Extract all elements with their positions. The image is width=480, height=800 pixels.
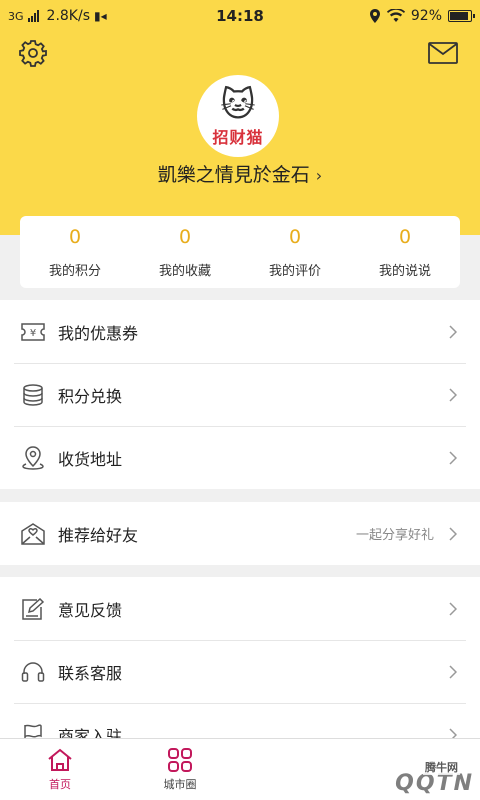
menu-item-customer-service[interactable]: 联系客服 <box>0 640 480 703</box>
chevron-right-icon <box>448 601 458 617</box>
menu-label: 积分兑换 <box>58 386 123 406</box>
grid-icon <box>168 747 192 772</box>
menu-label: 我的优惠券 <box>58 323 139 343</box>
headset-icon <box>20 659 46 685</box>
chevron-right-icon <box>448 664 458 680</box>
wifi-icon <box>386 9 405 22</box>
chevron-right-icon: › <box>315 166 323 185</box>
menu-group-account: ¥ 我的优惠券 积分兑换 收货地址 <box>0 300 480 489</box>
avatar[interactable]: 🐱 招财猫 <box>197 75 279 157</box>
watermark: QQTN 腾牛网 <box>395 759 474 796</box>
stat-value: 0 <box>288 225 302 248</box>
stats-card: 0 我的积分 0 我的收藏 0 我的评价 0 我的说说 <box>20 216 460 288</box>
feedback-icon <box>20 596 46 622</box>
username-link[interactable]: 凱樂之情見於金石 › <box>0 160 480 187</box>
stat-value: 0 <box>178 225 192 248</box>
svg-text:¥: ¥ <box>30 328 36 339</box>
menu-label: 推荐给好友 <box>58 525 139 545</box>
menu-note: 一起分享好礼 <box>355 528 434 543</box>
tab-placeholder-3[interactable] <box>240 739 360 800</box>
menu-label: 联系客服 <box>58 663 123 683</box>
coins-icon <box>20 382 46 408</box>
settings-button[interactable] <box>18 38 48 68</box>
home-icon <box>48 748 72 771</box>
profile-header: 3G 2.8K/s ▮◂ 14:18 92% 🐱 招财猫 凱樂之情見於金石 › <box>0 0 480 235</box>
stat-label: 我的说说 <box>378 263 431 279</box>
tab-home[interactable]: 首页 <box>0 739 120 800</box>
stat-label: 我的评价 <box>268 263 321 279</box>
tab-label: 城市圈 <box>163 777 197 791</box>
menu-item-address[interactable]: 收货地址 <box>0 426 480 489</box>
status-bar: 3G 2.8K/s ▮◂ 14:18 92% <box>0 0 480 32</box>
menu-item-feedback[interactable]: 意见反馈 <box>0 577 480 640</box>
menu-item-points-exchange[interactable]: 积分兑换 <box>0 363 480 426</box>
stat-points[interactable]: 0 我的积分 <box>20 216 130 288</box>
avatar-logo-text: 招财猫 <box>212 128 264 147</box>
stat-label: 我的积分 <box>48 263 101 279</box>
location-status-icon <box>369 9 380 23</box>
battery-icon <box>448 10 475 22</box>
chevron-right-icon <box>448 450 458 466</box>
location-icon <box>20 445 46 471</box>
stat-reviews[interactable]: 0 我的评价 <box>240 216 350 288</box>
lucky-cat-icon: 🐱 <box>220 85 256 125</box>
stat-value: 0 <box>398 225 412 248</box>
watermark-sub: 腾牛网 <box>423 759 460 775</box>
chevron-right-icon <box>448 324 458 340</box>
stat-value: 0 <box>68 225 82 248</box>
tab-city-circle[interactable]: 城市圈 <box>120 739 240 800</box>
tab-label: 首页 <box>49 777 71 791</box>
menu-item-coupons[interactable]: ¥ 我的优惠券 <box>0 300 480 363</box>
menu-item-recommend[interactable]: 推荐给好友 一起分享好礼 <box>0 502 480 565</box>
mail-icon <box>428 42 458 64</box>
chevron-right-icon <box>448 387 458 403</box>
username: 凱樂之情見於金石 <box>157 164 310 186</box>
chevron-right-icon <box>448 526 458 542</box>
menu-label: 意见反馈 <box>58 600 123 620</box>
stat-favorites[interactable]: 0 我的收藏 <box>130 216 240 288</box>
messages-button[interactable] <box>428 40 458 66</box>
stat-posts[interactable]: 0 我的说说 <box>350 216 460 288</box>
gear-icon <box>19 40 47 67</box>
menu-label: 收货地址 <box>58 449 123 469</box>
coupon-icon: ¥ <box>20 319 46 345</box>
share-envelope-icon <box>20 521 46 547</box>
battery-percent: 92% <box>410 8 442 24</box>
stat-label: 我的收藏 <box>158 263 211 279</box>
menu-group-share: 推荐给好友 一起分享好礼 <box>0 502 480 565</box>
